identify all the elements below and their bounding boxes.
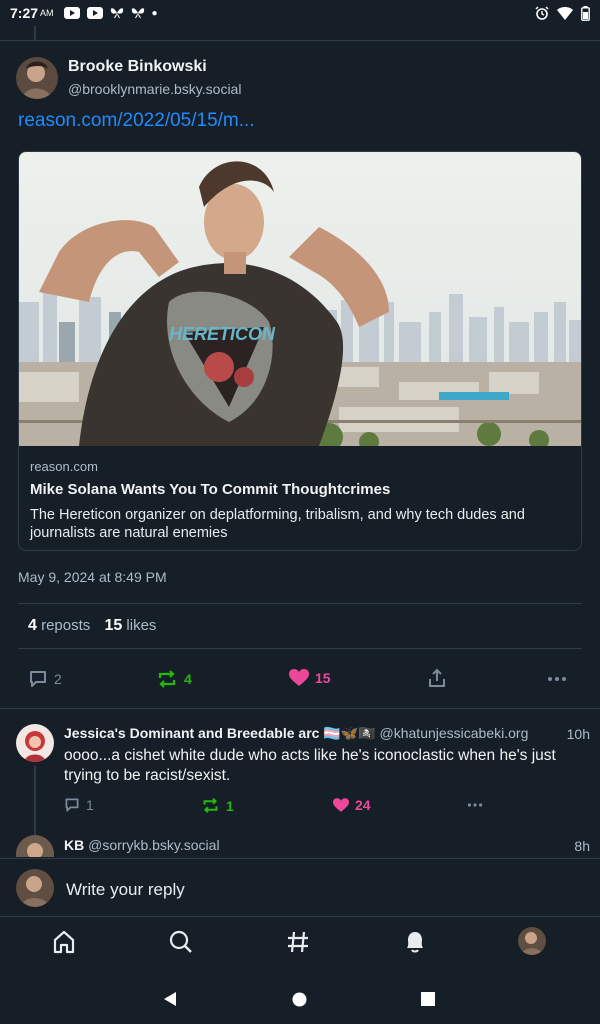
more-dots-icon (548, 677, 566, 681)
battery-icon (581, 5, 590, 21)
heart-icon (333, 797, 349, 812)
reply-like-count: 24 (355, 797, 371, 813)
reply-avatar[interactable] (16, 835, 54, 857)
repost-icon (158, 670, 176, 688)
reply-reply-count: 1 (86, 797, 94, 813)
reply-time: 8h (574, 838, 590, 854)
youtube-icon (63, 7, 80, 19)
reposts-stat[interactable]: 4 reposts (28, 617, 90, 634)
reply-repost-count: 1 (226, 797, 234, 814)
link-preview-image: HERETICON (19, 152, 581, 446)
search-icon[interactable] (168, 929, 194, 955)
top-divider (0, 40, 600, 41)
reply-author-handle: @khatunjessicabeki.org (379, 725, 529, 741)
reply-button[interactable]: 2 (28, 669, 62, 689)
butterfly-icon (110, 8, 123, 19)
reply-bubble-icon (65, 798, 79, 812)
reply-avatar[interactable] (16, 724, 54, 762)
reply-count: 2 (54, 671, 62, 687)
reply-author-name: KB (64, 837, 85, 853)
more-notifications-dot-icon: ● (151, 7, 158, 19)
repost-count: 4 (184, 671, 192, 687)
notification-icons: ● (63, 7, 158, 19)
reply-author[interactable]: KB @sorrykb.bsky.social (64, 837, 220, 853)
wifi-icon (557, 6, 573, 20)
stats-bottom-divider (18, 648, 582, 649)
repost-icon (203, 797, 218, 814)
butterfly-icon (131, 8, 144, 19)
card-domain: reason.com (30, 459, 98, 474)
reply-input-placeholder[interactable]: Write your reply (66, 880, 185, 900)
youtube-icon (86, 7, 103, 19)
card-title: Mike Solana Wants You To Commit Thoughtc… (30, 481, 391, 498)
recents-square-icon[interactable] (421, 992, 435, 1006)
notifications-bell-icon[interactable] (402, 929, 428, 955)
reply-bubble-icon (30, 671, 46, 687)
feeds-hash-icon[interactable] (285, 929, 311, 955)
status-bar: 7:27 AM ● (0, 0, 600, 26)
reply-text: oooo...a cishet white dude who acts like… (64, 747, 556, 784)
reply-like-button[interactable]: 24 (333, 797, 371, 813)
likes-label: likes (126, 617, 157, 634)
share-button[interactable] (428, 668, 446, 688)
post-link[interactable]: reason.com/2022/05/15/m... (18, 110, 255, 132)
home-icon[interactable] (51, 929, 77, 955)
reply-author-name: Jessica's Dominant and Breedable arc 🏳️‍… (64, 725, 376, 741)
reply-reply-button[interactable]: 1 (64, 797, 94, 813)
status-time: 7:27 (10, 5, 39, 21)
reply-thread-line (34, 766, 36, 836)
author-avatar[interactable] (16, 57, 58, 99)
system-navigation-bar (0, 966, 600, 1024)
like-count: 15 (315, 670, 331, 686)
card-description: The Hereticon organizer on deplatforming… (30, 507, 525, 541)
reply-time: 10h (566, 726, 590, 742)
home-circle-icon[interactable] (292, 992, 307, 1007)
reposts-label: reposts (41, 617, 91, 634)
engagement-stats: 4 reposts 15 likes (28, 617, 156, 635)
author-handle[interactable]: @brooklynmarie.bsky.social (68, 81, 241, 97)
back-icon[interactable] (162, 991, 178, 1007)
status-ampm: AM (40, 8, 54, 18)
replies-divider (0, 708, 600, 709)
reply-author[interactable]: Jessica's Dominant and Breedable arc 🏳️‍… (64, 725, 528, 742)
link-preview-card[interactable]: HERETICON reason.com Mike Solana Wants Y… (18, 151, 582, 551)
my-avatar (16, 869, 54, 907)
parent-thread-line (34, 26, 36, 40)
post-timestamp: May 9, 2024 at 8:49 PM (18, 569, 167, 585)
profile-avatar[interactable] (518, 927, 546, 955)
reposts-count: 4 (28, 617, 37, 634)
post-actions: 2 4 15 (0, 666, 600, 692)
reply-repost-button[interactable]: 1 (201, 797, 234, 814)
more-options-button[interactable] (547, 669, 567, 689)
like-button[interactable]: 15 (289, 669, 331, 687)
more-dots-icon (467, 803, 483, 807)
svg-text:HERETICON: HERETICON (169, 324, 276, 344)
stats-top-divider (18, 603, 582, 604)
likes-stat[interactable]: 15 likes (104, 617, 156, 634)
alarm-icon (535, 6, 549, 20)
reply-more-button[interactable] (466, 797, 484, 813)
likes-count: 15 (104, 617, 123, 634)
bottom-tab-bar (0, 916, 600, 966)
repost-button[interactable]: 4 (156, 669, 192, 689)
author-name[interactable]: Brooke Binkowski (68, 58, 207, 76)
reply-composer[interactable]: Write your reply (0, 858, 600, 916)
heart-icon (289, 669, 309, 686)
share-icon (429, 668, 445, 687)
reply-author-handle: @sorrykb.bsky.social (88, 837, 220, 853)
